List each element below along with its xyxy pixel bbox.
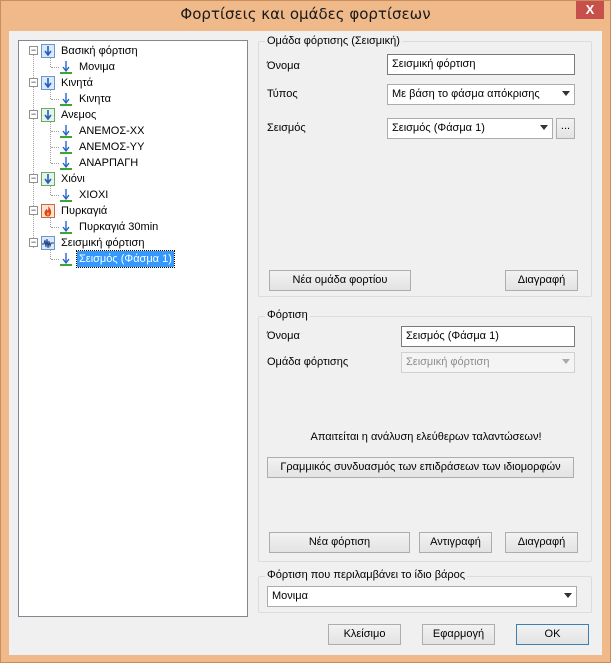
mode-combination-button[interactable]: Γραμμικός συνδυασμός των επιδράσεων των … [267, 457, 574, 478]
dialog-client: − Βασική φόρτιση Μονιμα − Κινητά Κινητα … [9, 31, 602, 655]
tree-item-label: Ανεμος [61, 109, 97, 121]
group-name-input[interactable]: Σεισμική φόρτιση [387, 54, 575, 75]
group-type-value: Με βάση το φάσμα απόκρισης [392, 88, 540, 100]
tree-item-label: Κινητά [61, 77, 93, 89]
tree-item-load[interactable]: ΑΝΕΜΟΣ-ΥΥ [19, 139, 247, 155]
collapse-toggle[interactable]: − [29, 238, 38, 247]
dialog-window: Φορτίσεις και ομάδες φορτίσεων X − Βασικ… [0, 0, 611, 663]
group-type-select[interactable]: Με βάση το φάσμα απόκρισης [387, 84, 575, 105]
down-arrow-icon [41, 108, 55, 122]
new-load-group-button[interactable]: Νέα ομάδα φορτίου [269, 270, 411, 291]
tree-item-label: Πυρκαγιά 30min [79, 221, 159, 233]
tree-item-label: ΧΙΟΧΙ [79, 189, 109, 201]
chevron-down-icon [564, 593, 572, 598]
down-arrow-icon [41, 76, 55, 90]
seismic-icon [41, 236, 55, 250]
title-bar[interactable]: Φορτίσεις και ομάδες φορτίσεων X [1, 1, 610, 29]
self-weight-value: Μονιμα [272, 590, 308, 602]
tree-connector [51, 163, 59, 164]
tree-item-group[interactable]: − Βασική φόρτιση [19, 43, 247, 59]
load-group-caption: Ομάδα φόρτισης (Σεισμική) [265, 35, 402, 47]
seismic-label: Σεισμός [267, 122, 306, 134]
load-caption: Φόρτιση [265, 309, 310, 321]
down-arrow-icon [41, 172, 55, 186]
load-arrow-icon [60, 61, 72, 74]
load-name-input[interactable]: Σεισμός (Φάσμα 1) [401, 326, 575, 347]
group-type-label: Τύπος [267, 88, 298, 100]
seismic-browse-button[interactable]: ... [556, 118, 575, 139]
chevron-down-icon [562, 91, 570, 96]
tree-item-label: Σεισμός (Φάσμα 1) [76, 250, 175, 268]
ok-button[interactable]: OK [516, 624, 589, 645]
tree-item-label: Χιόνι [61, 173, 85, 185]
tree-connector [51, 99, 59, 100]
tree-item-load[interactable]: ΧΙΟΧΙ [19, 187, 247, 203]
load-arrow-icon [60, 189, 72, 202]
load-arrow-icon [60, 93, 72, 106]
load-tree[interactable]: − Βασική φόρτιση Μονιμα − Κινητά Κινητα … [18, 40, 248, 617]
tree-item-load-selected[interactable]: Σεισμός (Φάσμα 1) [19, 250, 247, 268]
tree-item-label: ΑΝΕΜΟΣ-ΥΥ [79, 141, 145, 153]
tree-item-label: Πυρκαγιά [61, 205, 108, 217]
group-name-label: Όνομα [267, 60, 300, 72]
apply-button[interactable]: Εφαρμογή [422, 624, 495, 645]
new-load-button[interactable]: Νέα φόρτιση [269, 532, 410, 553]
tree-connector [51, 147, 59, 148]
modal-analysis-notice: Απαιτείται η ανάλυση ελεύθερων ταλαντώσε… [310, 431, 542, 443]
tree-connector [51, 259, 59, 260]
collapse-toggle[interactable]: − [29, 110, 38, 119]
load-group-select[interactable]: Σεισμική φόρτιση [401, 352, 575, 373]
tree-item-group[interactable]: − Κινητά [19, 75, 247, 91]
fire-icon [41, 204, 55, 218]
load-group-panel [258, 41, 592, 297]
load-arrow-icon [60, 221, 72, 234]
tree-item-label: Μονιμα [79, 61, 115, 73]
close-window-button[interactable]: X [576, 1, 604, 19]
chevron-down-icon [540, 125, 548, 130]
tree-item-label: Σεισμική φόρτιση [61, 237, 145, 249]
close-button[interactable]: Κλείσιμο [328, 624, 401, 645]
load-group-value: Σεισμική φόρτιση [406, 356, 490, 368]
tree-item-group[interactable]: − Σεισμική φόρτιση [19, 235, 247, 251]
tree-item-load[interactable]: Κινητα [19, 91, 247, 107]
tree-connector [51, 131, 59, 132]
load-arrow-icon [60, 141, 72, 154]
tree-connector [51, 227, 59, 228]
tree-item-load[interactable]: Πυρκαγιά 30min [19, 219, 247, 235]
tree-item-group[interactable]: − Χιόνι [19, 171, 247, 187]
load-group-label: Ομάδα φόρτισης [267, 356, 349, 368]
chevron-down-icon [562, 359, 570, 364]
tree-item-label: ΑΝΕΜΟΣ-ΧΧ [79, 125, 145, 137]
copy-load-button[interactable]: Αντιγραφή [419, 532, 492, 553]
load-arrow-icon [60, 157, 72, 170]
window-title: Φορτίσεις και ομάδες φορτίσεων [180, 5, 431, 23]
tree-item-load[interactable]: ΑΝΑΡΠΑΓΗ [19, 155, 247, 171]
down-arrow-icon [41, 44, 55, 58]
tree-item-label: Κινητα [79, 93, 111, 105]
self-weight-caption: Φόρτιση που περιλαμβάνει το ίδιο βάρος [265, 569, 468, 581]
seismic-select[interactable]: Σεισμός (Φάσμα 1) [387, 118, 553, 139]
collapse-toggle[interactable]: − [29, 78, 38, 87]
collapse-toggle[interactable]: − [29, 174, 38, 183]
tree-item-load[interactable]: Μονιμα [19, 59, 247, 75]
collapse-toggle[interactable]: − [29, 206, 38, 215]
tree-item-label: ΑΝΑΡΠΑΓΗ [79, 157, 139, 169]
self-weight-select[interactable]: Μονιμα [267, 586, 577, 607]
tree-item-group[interactable]: − Πυρκαγιά [19, 203, 247, 219]
seismic-value: Σεισμός (Φάσμα 1) [392, 122, 485, 134]
tree-item-load[interactable]: ΑΝΕΜΟΣ-ΧΧ [19, 123, 247, 139]
tree-connector [51, 67, 59, 68]
collapse-toggle[interactable]: − [29, 46, 38, 55]
load-arrow-icon [60, 253, 72, 266]
load-arrow-icon [60, 125, 72, 138]
delete-load-button[interactable]: Διαγραφή [505, 532, 578, 553]
tree-item-label: Βασική φόρτιση [61, 45, 138, 57]
tree-item-group[interactable]: − Ανεμος [19, 107, 247, 123]
tree-connector [51, 195, 59, 196]
load-name-label: Όνομα [267, 330, 300, 342]
delete-load-group-button[interactable]: Διαγραφή [505, 270, 578, 291]
